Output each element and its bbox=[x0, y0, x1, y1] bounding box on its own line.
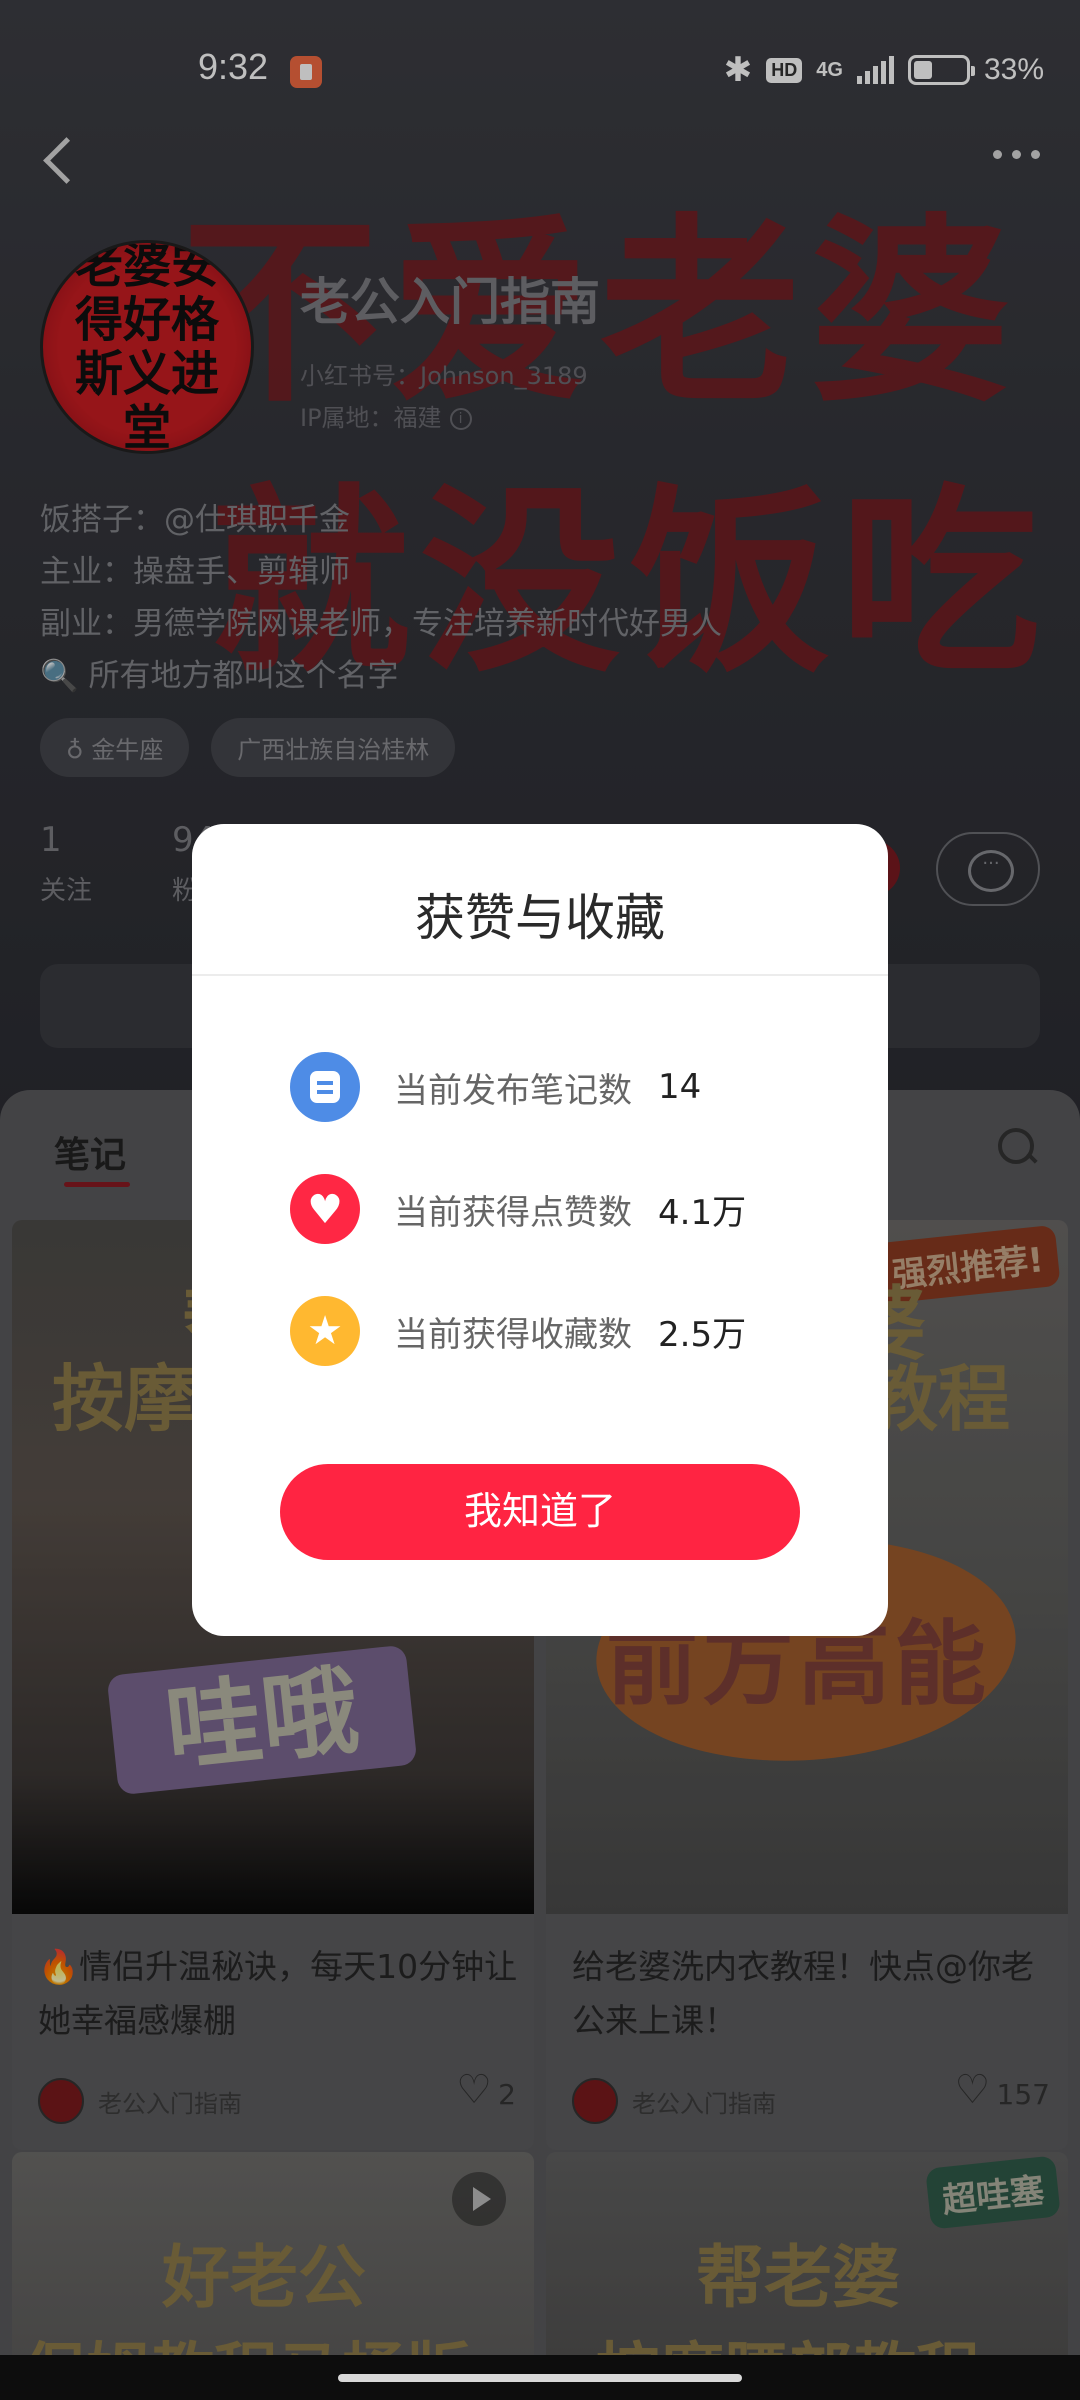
stat-value: 14 bbox=[658, 1067, 702, 1107]
got-it-button[interactable]: 我知道了 bbox=[280, 1464, 800, 1560]
home-indicator[interactable] bbox=[338, 2374, 742, 2382]
stat-label: 当前获得点赞数 bbox=[394, 1192, 632, 1233]
star-icon: ★ bbox=[290, 1296, 360, 1366]
stat-row-likes: ♥ 当前获得点赞数 4.1万 bbox=[290, 1174, 746, 1244]
heart-icon: ♥ bbox=[290, 1174, 360, 1244]
dialog-title: 获赞与收藏 bbox=[415, 889, 665, 947]
note-icon bbox=[290, 1052, 360, 1122]
stat-row-favorites: ★ 当前获得收藏数 2.5万 bbox=[290, 1296, 746, 1366]
stat-row-notes: 当前发布笔记数 14 bbox=[290, 1052, 701, 1122]
likes-favorites-dialog: 获赞与收藏 当前发布笔记数 14 ♥ 当前获得点赞数 4.1万 ★ 当前获得收藏… bbox=[192, 824, 888, 1636]
stat-label: 当前发布笔记数 bbox=[394, 1070, 632, 1111]
stat-value: 4.1万 bbox=[658, 1192, 747, 1233]
stat-label: 当前获得收藏数 bbox=[394, 1314, 632, 1355]
dialog-divider bbox=[192, 974, 888, 976]
stat-value: 2.5万 bbox=[658, 1314, 747, 1355]
